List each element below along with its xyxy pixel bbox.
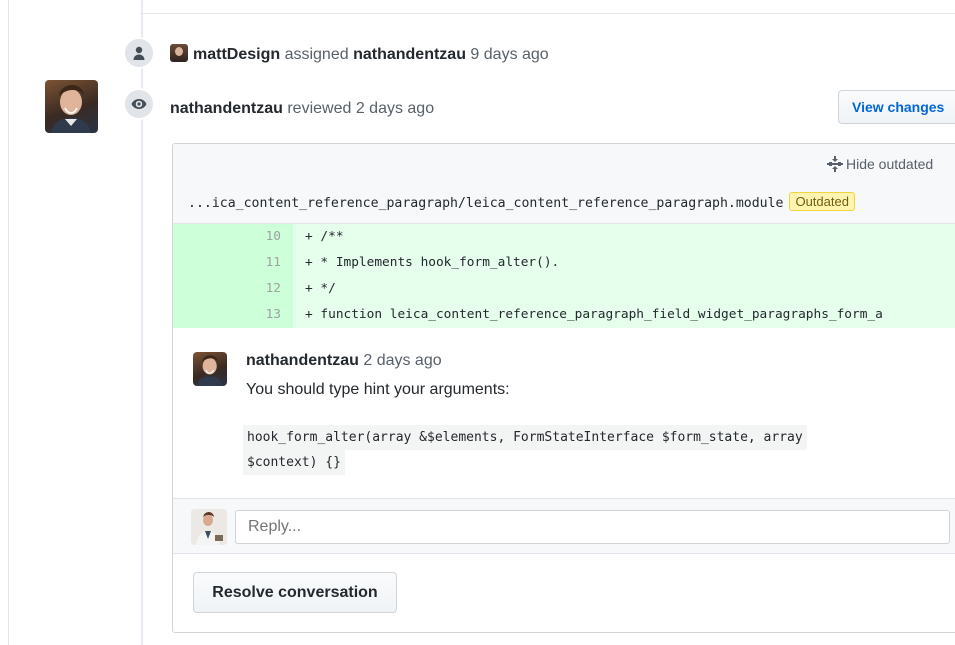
line-number[interactable]: 13 (173, 302, 293, 328)
event-actor-link[interactable]: mattDesign (193, 46, 280, 63)
reply-row (173, 498, 955, 554)
assigned-event: mattDesign assigned nathandentzau 9 days… (170, 44, 549, 64)
person-icon (123, 37, 155, 69)
top-divider (140, 0, 955, 14)
current-user-avatar (191, 509, 227, 545)
file-path-text: ...ica_content_reference_paragraph/leica… (188, 196, 784, 211)
review-comment: nathandentzau 2 days ago You should type… (173, 328, 955, 498)
line-number[interactable]: 11 (173, 250, 293, 276)
diff-line: 12 + */ (173, 276, 955, 302)
line-number[interactable]: 10 (173, 224, 293, 250)
diff-line: 10 + /** (173, 224, 955, 250)
hide-outdated-toggle[interactable]: Hide outdated (827, 156, 933, 172)
line-code: + function leica_content_reference_parag… (305, 307, 883, 322)
comment-body: You should type hint your arguments: (246, 381, 510, 398)
comment-header: nathandentzau 2 days ago (246, 352, 442, 370)
line-code: + */ (305, 281, 336, 296)
event-target-link[interactable]: nathandentzau (353, 46, 466, 63)
hide-outdated-label: Hide outdated (846, 156, 934, 172)
line-number[interactable]: 12 (173, 276, 293, 302)
line-code: + * Implements hook_form_alter(). (305, 255, 560, 270)
comment-author-link[interactable]: nathandentzau (246, 352, 359, 369)
eye-icon (123, 88, 155, 120)
diff-hunk: 10 + /** 11 + * Implements hook_form_alt… (173, 224, 955, 328)
diff-line: 11 + * Implements hook_form_alter(). (173, 250, 955, 276)
reply-input[interactable] (235, 510, 950, 544)
code-line: hook_form_alter(array &$elements, FormSt… (243, 425, 807, 450)
comment-time[interactable]: 2 days ago (363, 352, 441, 369)
mattdesign-avatar[interactable] (170, 44, 188, 62)
reviewer-name-link[interactable]: nathandentzau (170, 100, 283, 117)
resolve-conversation-button[interactable]: Resolve conversation (193, 572, 397, 613)
fold-icon (827, 156, 843, 172)
comment-author-avatar[interactable] (193, 352, 227, 386)
view-changes-button[interactable]: View changes (838, 90, 955, 124)
outdated-badge: Outdated (789, 192, 855, 211)
review-meta[interactable]: reviewed 2 days ago (287, 100, 434, 117)
event-action: assigned (284, 46, 349, 63)
reviewed-event: nathandentzau reviewed 2 days ago (170, 100, 434, 118)
event-time[interactable]: 9 days ago (470, 46, 548, 63)
comment-code: hook_form_alter(array &$elements, FormSt… (243, 425, 807, 475)
reviewer-avatar[interactable] (45, 80, 98, 133)
review-thread: Hide outdated ...ica_content_reference_p… (172, 143, 955, 633)
code-line: $context) {} (243, 450, 345, 475)
file-header: Hide outdated ...ica_content_reference_p… (173, 144, 955, 224)
diff-line: 13 + function leica_content_reference_pa… (173, 302, 955, 328)
line-code: + /** (305, 229, 344, 244)
file-path[interactable]: ...ica_content_reference_paragraph/leica… (188, 192, 855, 211)
